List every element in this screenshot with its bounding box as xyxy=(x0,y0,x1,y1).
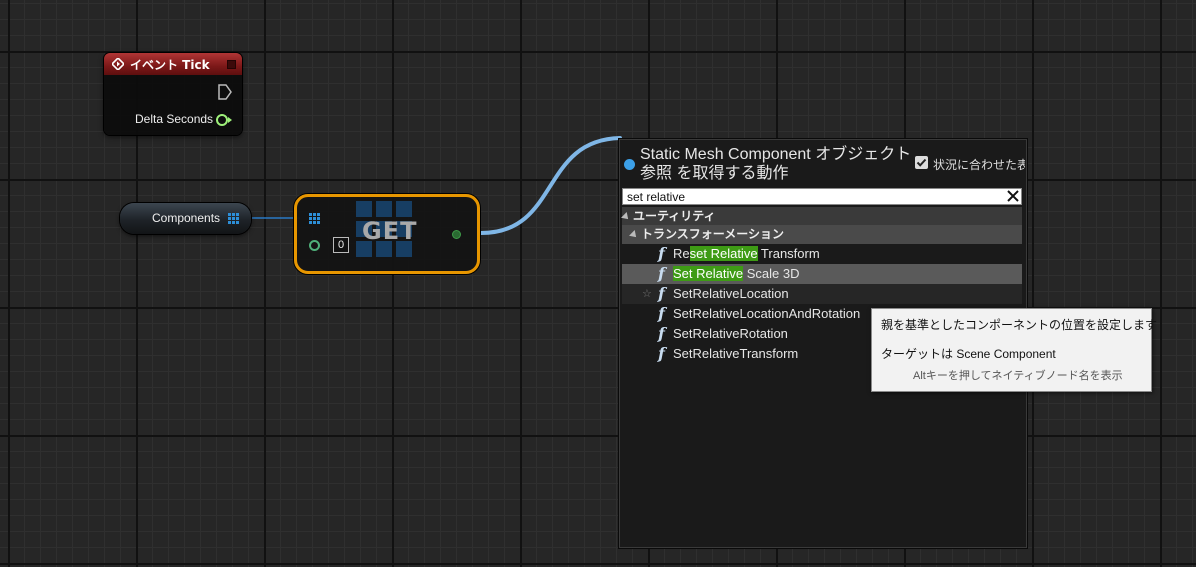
get-output-pin[interactable] xyxy=(452,230,461,239)
action-menu-title: Static Mesh Component オブジェクト参照 を取得する動作 xyxy=(640,146,912,182)
collapse-arrow-icon xyxy=(629,229,639,240)
tooltip-target: ターゲットは Scene Component xyxy=(881,347,1056,361)
checkmark-icon xyxy=(916,158,927,167)
context-sensitive-checkbox[interactable] xyxy=(915,156,928,169)
components-label: Components xyxy=(152,211,221,225)
delta-seconds-pin[interactable] xyxy=(216,114,228,126)
action-item-set-relative-scale-3d[interactable]: f Set Relative Scale 3D xyxy=(622,264,1022,284)
delta-seconds-label: Delta Seconds xyxy=(135,112,214,126)
function-icon: f xyxy=(658,284,665,303)
delta-seconds-pin-arrow xyxy=(228,117,232,123)
event-tick-delegate-pin[interactable] xyxy=(227,60,236,69)
function-icon: f xyxy=(658,344,665,363)
get-output-wire xyxy=(479,136,622,235)
category-label: ユーティリティ xyxy=(633,209,716,223)
event-tick-title: イベント Tick xyxy=(130,57,210,72)
components-output-pin[interactable] xyxy=(228,213,239,224)
action-search-input[interactable] xyxy=(622,188,1022,205)
function-icon: f xyxy=(658,304,665,323)
category-label: トランスフォーメーション xyxy=(641,227,785,241)
function-icon: f xyxy=(658,264,665,283)
clear-search-icon[interactable] xyxy=(1006,189,1020,203)
get-array-input-pin[interactable] xyxy=(309,213,320,224)
function-icon: f xyxy=(658,244,665,263)
action-item-reset-relative-transform[interactable]: f Reset Relative Transform xyxy=(622,244,1022,264)
get-index-input[interactable]: 0 xyxy=(333,237,349,253)
favorite-star-icon[interactable]: ☆ xyxy=(642,284,652,304)
function-icon: f xyxy=(658,324,665,343)
collapse-arrow-icon xyxy=(621,211,631,222)
tooltip-hint: Altキーを押してネイティブノード名を表示 xyxy=(913,370,1123,382)
event-tick-node[interactable]: イベント Tick Delta Seconds xyxy=(104,53,242,135)
event-tick-header[interactable]: イベント Tick xyxy=(104,53,242,75)
object-reference-icon xyxy=(624,159,635,170)
action-item-set-relative-location[interactable]: ☆ f SetRelativeLocation xyxy=(622,284,1022,304)
event-icon xyxy=(112,58,124,70)
category-transformation[interactable]: トランスフォーメーション xyxy=(622,225,1022,244)
context-sensitive-label: 状況に合わせた表 xyxy=(933,158,1025,172)
get-node-title: GET xyxy=(362,217,418,245)
exec-output-pin[interactable] xyxy=(218,84,232,100)
get-index-pin[interactable] xyxy=(309,240,320,251)
category-utilities[interactable]: ユーティリティ xyxy=(621,207,1022,225)
tooltip-description: 親を基準としたコンポーネントの位置を設定します xyxy=(881,318,1158,332)
